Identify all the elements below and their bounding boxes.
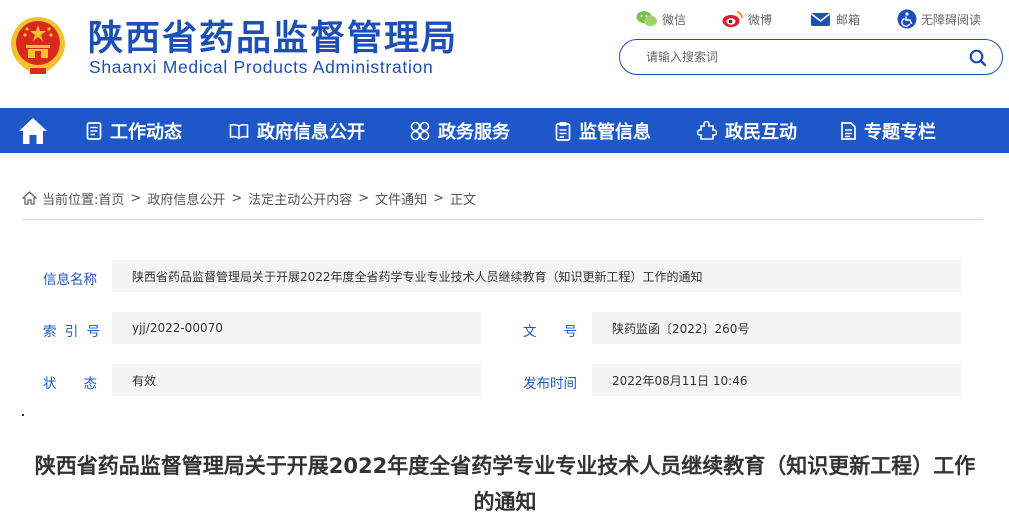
info-docno-label: 文 号	[523, 324, 577, 340]
search-box	[619, 39, 1003, 75]
stray-dot	[22, 414, 24, 416]
wechat-link[interactable]: 微信	[636, 8, 686, 30]
main-nav: 工作动态 政府信息公开 政务服务 监管信息 政民互动 专题专栏	[0, 108, 1009, 153]
info-date-value: 2022年08月11日 10:46	[592, 364, 961, 396]
home-small-icon	[22, 191, 37, 205]
breadcrumb-divider	[22, 219, 983, 220]
accessibility-link[interactable]: 无障碍阅读	[897, 8, 981, 30]
info-date-label: 发布时间	[523, 376, 577, 392]
nav-item-special-topics[interactable]: 专题专栏	[840, 108, 936, 153]
nav-item-label: 专题专栏	[864, 121, 936, 143]
puzzle-icon	[697, 120, 717, 140]
breadcrumb-prefix: 当前位置:	[42, 192, 99, 208]
weibo-icon	[722, 11, 743, 27]
document-list-icon	[86, 121, 102, 140]
breadcrumb-current: 正文	[450, 192, 477, 208]
breadcrumb-separator: >	[433, 190, 445, 206]
info-name-value: 陕西省药品监督管理局关于开展2022年度全省药学专业专业技术人员继续教育（知识更…	[112, 260, 961, 292]
breadcrumb-home[interactable]: 首页	[98, 189, 124, 208]
home-icon[interactable]	[17, 116, 49, 146]
nav-item-services[interactable]: 政务服务	[410, 108, 510, 153]
book-icon	[229, 123, 249, 139]
accessibility-label: 无障碍阅读	[921, 12, 982, 27]
nav-item-gov-info[interactable]: 政府信息公开	[229, 108, 365, 153]
mailbox-link[interactable]: 邮箱	[810, 8, 860, 30]
nav-item-label: 政民互动	[725, 121, 797, 143]
info-docno-value: 陕药监函〔2022〕260号	[592, 312, 961, 344]
mail-icon	[811, 13, 830, 26]
info-index-label: 索 引 号	[43, 324, 101, 340]
article-title: 陕西省药品监督管理局关于开展2022年度全省药学专业专业技术人员继续教育（知识更…	[34, 454, 976, 514]
clipboard-icon	[555, 121, 571, 141]
breadcrumb-gov-info[interactable]: 政府信息公开	[147, 189, 225, 208]
search-input[interactable]	[646, 48, 946, 66]
site-title-en[interactable]: Shaanxi Medical Products Administration	[89, 57, 433, 78]
weibo-label: 微博	[748, 12, 773, 27]
weibo-link[interactable]: 微博	[722, 8, 772, 30]
grid-icon	[410, 121, 430, 140]
wechat-icon	[636, 11, 657, 27]
info-name-label: 信息名称	[43, 272, 97, 288]
nav-item-regulatory[interactable]: 监管信息	[555, 108, 651, 153]
accessibility-icon	[897, 9, 917, 29]
nav-item-label: 监管信息	[579, 121, 651, 143]
file-icon	[841, 121, 856, 140]
wechat-label: 微信	[662, 12, 687, 27]
breadcrumb-statutory[interactable]: 法定主动公开内容	[248, 189, 352, 208]
breadcrumb-separator: >	[231, 190, 243, 206]
search-icon[interactable]	[968, 48, 988, 68]
nav-item-label: 工作动态	[110, 121, 182, 143]
info-status-label: 状 态	[43, 376, 97, 392]
site-title-cn[interactable]: 陕西省药品监督管理局	[88, 10, 458, 61]
site-header: 陕西省药品监督管理局 Shaanxi Medical Products Admi…	[0, 0, 1009, 108]
breadcrumb: 当前位置: 首页 > 政府信息公开 > 法定主动公开内容 > 文件通知 > 正文	[22, 188, 476, 208]
info-index-value: yjj/2022-00070	[112, 312, 481, 344]
national-emblem-icon[interactable]	[8, 14, 68, 76]
breadcrumb-separator: >	[130, 190, 142, 206]
nav-item-interaction[interactable]: 政民互动	[697, 108, 797, 153]
nav-item-label: 政务服务	[438, 121, 510, 143]
info-status-value: 有效	[112, 364, 481, 396]
breadcrumb-notices[interactable]: 文件通知	[375, 189, 427, 208]
nav-item-work-news[interactable]: 工作动态	[86, 108, 182, 153]
breadcrumb-separator: >	[358, 190, 370, 206]
mailbox-label: 邮箱	[836, 12, 861, 27]
nav-item-label: 政府信息公开	[257, 121, 365, 143]
top-links: 微信 微博 邮箱 无障碍阅读	[630, 8, 1000, 30]
